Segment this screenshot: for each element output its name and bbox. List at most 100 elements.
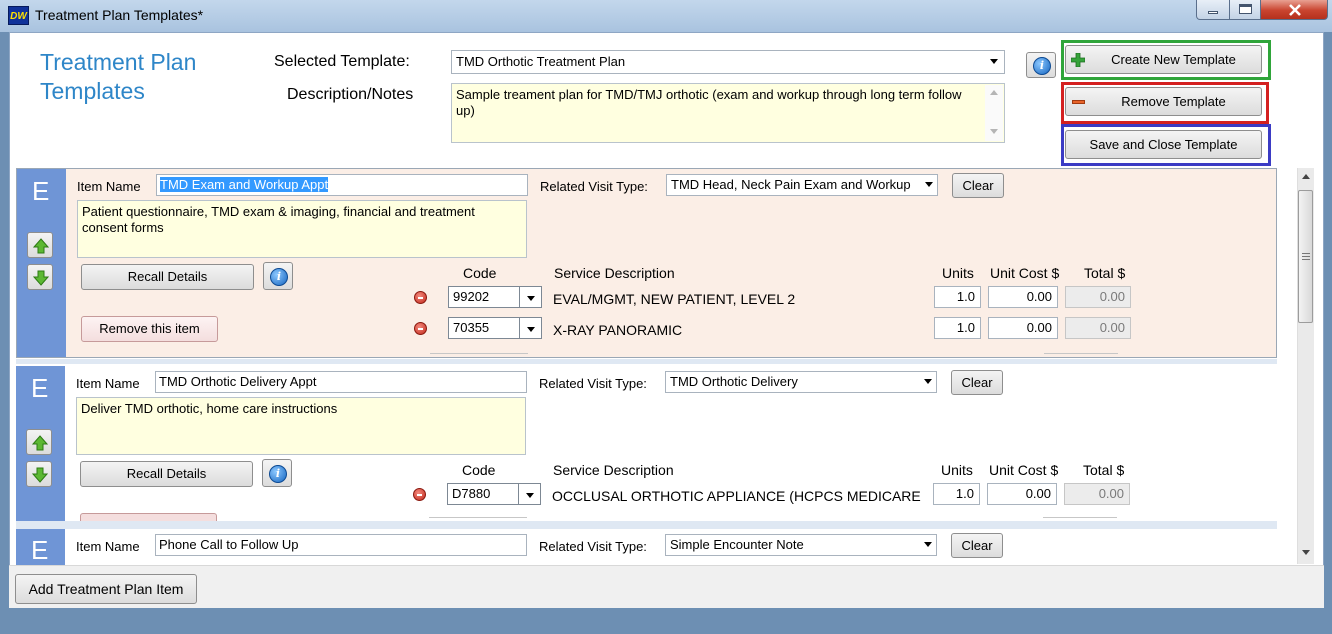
remove-item-button[interactable] bbox=[80, 513, 217, 521]
total-value: 0.00 bbox=[1064, 483, 1130, 505]
close-button[interactable] bbox=[1260, 0, 1328, 20]
unit-cost-header: Unit Cost $ bbox=[989, 462, 1059, 478]
window-bottom-edge bbox=[0, 608, 1332, 634]
item-name-input[interactable]: Phone Call to Follow Up bbox=[155, 534, 527, 556]
visit-type-value: TMD Head, Neck Pain Exam and Workup bbox=[671, 177, 911, 192]
scroll-up-arrow-icon[interactable] bbox=[1302, 174, 1310, 179]
scroll-up-icon bbox=[990, 90, 998, 95]
move-up-button[interactable] bbox=[26, 429, 52, 455]
visit-type-dropdown[interactable]: TMD Head, Neck Pain Exam and Workup bbox=[666, 174, 938, 196]
selected-template-dropdown[interactable]: TMD Orthotic Treatment Plan bbox=[451, 50, 1005, 74]
remove-line-icon[interactable] bbox=[414, 322, 427, 335]
total-header: Total $ bbox=[1083, 462, 1125, 478]
item-gap bbox=[16, 521, 1277, 529]
code-dropdown-button[interactable] bbox=[519, 286, 542, 308]
dropdown-arrow-icon bbox=[990, 59, 998, 64]
remove-item-button[interactable]: Remove this item bbox=[81, 316, 218, 342]
maximize-icon bbox=[1239, 4, 1252, 14]
unit-cost-header: Unit Cost $ bbox=[990, 265, 1060, 281]
item-name-label: Item Name bbox=[77, 179, 141, 194]
dropdown-arrow-icon bbox=[925, 182, 933, 187]
item-notes-textarea[interactable]: Patient questionnaire, TMD exam & imagin… bbox=[77, 200, 527, 258]
remove-template-label: Remove Template bbox=[1121, 94, 1226, 109]
visit-type-dropdown[interactable]: TMD Orthotic Delivery bbox=[665, 371, 937, 393]
page-title: Treatment Plan Templates bbox=[40, 49, 197, 104]
info-icon: i bbox=[1033, 57, 1051, 75]
service-description-header: Service Description bbox=[554, 265, 675, 281]
units-input[interactable]: 1.0 bbox=[934, 317, 981, 339]
item-info-button[interactable]: i bbox=[263, 262, 293, 290]
plus-icon bbox=[1071, 53, 1085, 67]
scroll-down-icon bbox=[990, 129, 998, 134]
total-header: Total $ bbox=[1084, 265, 1126, 281]
related-visit-type-label: Related Visit Type: bbox=[539, 376, 647, 391]
clear-button[interactable]: Clear bbox=[951, 370, 1003, 395]
code-input[interactable]: 70355 bbox=[448, 317, 520, 339]
service-description: X-RAY PANORAMIC bbox=[553, 322, 683, 338]
item-notes-textarea[interactable]: Deliver TMD orthotic, home care instruct… bbox=[76, 397, 526, 455]
item-gap bbox=[16, 359, 1277, 364]
unit-cost-input[interactable]: 0.00 bbox=[988, 317, 1058, 339]
item-letter: E bbox=[31, 535, 49, 565]
service-description-header: Service Description bbox=[553, 462, 674, 478]
divider bbox=[429, 517, 527, 518]
unit-cost-input[interactable]: 0.00 bbox=[987, 483, 1057, 505]
scroll-thumb[interactable] bbox=[1298, 190, 1313, 323]
remove-line-icon[interactable] bbox=[414, 291, 427, 304]
recall-details-button[interactable]: Recall Details bbox=[80, 461, 253, 487]
footer-bar bbox=[9, 565, 1324, 608]
move-down-button[interactable] bbox=[26, 461, 52, 487]
visit-type-value: TMD Orthotic Delivery bbox=[670, 374, 798, 389]
template-info-button[interactable]: i bbox=[1026, 52, 1056, 78]
maximize-button[interactable] bbox=[1229, 0, 1261, 20]
item-name-label: Item Name bbox=[76, 539, 140, 554]
units-header: Units bbox=[941, 462, 973, 478]
code-input[interactable]: 99202 bbox=[448, 286, 520, 308]
minus-icon bbox=[1072, 100, 1085, 104]
visit-type-dropdown[interactable]: Simple Encounter Note bbox=[665, 534, 937, 556]
dropdown-arrow-icon bbox=[924, 379, 932, 384]
units-input[interactable]: 1.0 bbox=[934, 286, 981, 308]
divider bbox=[430, 353, 528, 354]
code-header: Code bbox=[463, 265, 497, 281]
scroll-down-arrow-icon[interactable] bbox=[1302, 550, 1310, 555]
add-treatment-plan-item-button[interactable]: Add Treatment Plan Item bbox=[15, 574, 197, 604]
total-value: 0.00 bbox=[1065, 286, 1131, 308]
unit-cost-input[interactable]: 0.00 bbox=[988, 286, 1058, 308]
remove-line-icon[interactable] bbox=[413, 488, 426, 501]
code-header: Code bbox=[462, 462, 496, 478]
description-scrollbar[interactable] bbox=[985, 85, 1003, 141]
remove-template-button[interactable]: Remove Template bbox=[1065, 87, 1262, 116]
create-new-template-button[interactable]: Create New Template bbox=[1065, 45, 1262, 74]
move-up-button[interactable] bbox=[27, 232, 53, 258]
grip-icon bbox=[1302, 253, 1310, 254]
arrow-down-icon bbox=[33, 270, 49, 286]
selected-template-value: TMD Orthotic Treatment Plan bbox=[456, 54, 626, 69]
clear-button[interactable]: Clear bbox=[952, 173, 1004, 198]
minimize-icon bbox=[1208, 11, 1218, 14]
move-down-button[interactable] bbox=[27, 264, 53, 290]
code-dropdown-button[interactable] bbox=[519, 317, 542, 339]
item-letter: E bbox=[32, 176, 50, 206]
code-input[interactable]: D7880 bbox=[447, 483, 519, 505]
clear-button[interactable]: Clear bbox=[951, 533, 1003, 558]
save-and-close-button[interactable]: Save and Close Template bbox=[1065, 130, 1262, 159]
code-dropdown-button[interactable] bbox=[518, 483, 541, 505]
recall-details-button[interactable]: Recall Details bbox=[81, 264, 254, 290]
minimize-button[interactable] bbox=[1196, 0, 1230, 20]
arrow-up-icon bbox=[33, 238, 49, 254]
units-input[interactable]: 1.0 bbox=[933, 483, 980, 505]
item-name-input[interactable]: TMD Exam and Workup Appt bbox=[156, 174, 528, 196]
info-icon: i bbox=[269, 465, 287, 483]
window-title: Treatment Plan Templates* bbox=[35, 7, 204, 23]
description-textarea[interactable]: Sample treament plan for TMD/TMJ orthoti… bbox=[451, 83, 1005, 143]
item-name-value: TMD Exam and Workup Appt bbox=[160, 177, 329, 192]
item-name-input[interactable]: TMD Orthotic Delivery Appt bbox=[155, 371, 527, 393]
app-icon: DW bbox=[8, 6, 29, 25]
related-visit-type-label: Related Visit Type: bbox=[540, 179, 648, 194]
divider bbox=[1043, 517, 1117, 518]
item-info-button[interactable]: i bbox=[262, 459, 292, 487]
description-label: Description/Notes bbox=[287, 86, 414, 103]
selected-template-label: Selected Template: bbox=[274, 53, 410, 70]
total-value: 0.00 bbox=[1065, 317, 1131, 339]
